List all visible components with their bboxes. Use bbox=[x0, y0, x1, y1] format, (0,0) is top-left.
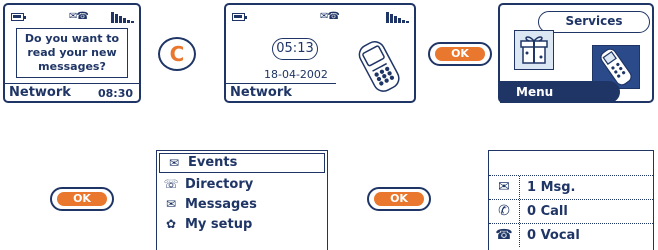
phone-screen-idle: ✉☎ 05:13 18-04-2002 Network bbox=[224, 3, 416, 103]
column-separator bbox=[519, 200, 520, 223]
network-label: Network bbox=[9, 85, 71, 100]
services-tab-label: Services bbox=[565, 14, 623, 28]
clear-key-label: C bbox=[169, 42, 185, 66]
date-label: 18-04-2002 bbox=[264, 68, 328, 81]
envelope-phone-icon: ✉☎ bbox=[320, 11, 340, 22]
time-label: 08:30 bbox=[97, 87, 133, 100]
battery-icon bbox=[11, 13, 26, 21]
handset-icon: ✆ bbox=[498, 203, 510, 219]
status-bar: ✉☎ bbox=[11, 11, 134, 25]
events-list-header bbox=[489, 151, 653, 176]
menu-item-label: Messages bbox=[185, 197, 257, 212]
events-list: ✉ 1 Msg. ✆ 0 Call ☎ 0 Vocal bbox=[488, 150, 654, 250]
voicemail-icon: ☎ bbox=[495, 227, 513, 243]
menu-tab[interactable]: Menu bbox=[500, 81, 620, 103]
ok-button-label: OK bbox=[57, 192, 107, 206]
column-separator bbox=[519, 176, 520, 199]
event-item-vocal[interactable]: ☎ 0 Vocal bbox=[489, 224, 653, 247]
envelope-phone-icon: ✉☎ bbox=[69, 11, 89, 22]
event-item-label: 0 Call bbox=[527, 204, 568, 219]
signal-strength-icon bbox=[386, 12, 409, 23]
mobile-phone-icon bbox=[358, 41, 400, 92]
divider bbox=[5, 83, 139, 84]
event-item-calls[interactable]: ✆ 0 Call bbox=[489, 200, 653, 224]
prompt-line-1: Do you want to bbox=[24, 32, 120, 45]
clear-key-button[interactable]: C bbox=[158, 37, 196, 71]
clock-oval: 05:13 bbox=[272, 38, 318, 60]
envelope-phone-icon: ✉ bbox=[168, 156, 180, 170]
ok-button[interactable]: OK bbox=[50, 187, 114, 211]
ok-button-label: OK bbox=[435, 47, 485, 61]
directory-icon: ☏ bbox=[163, 177, 179, 191]
menu-item-my-setup[interactable]: ✿ My setup bbox=[157, 215, 327, 235]
menu-item-label: My setup bbox=[185, 217, 253, 232]
prompt-line-2: read your new bbox=[27, 46, 117, 59]
battery-icon bbox=[232, 13, 247, 21]
menu-item-directory[interactable]: ☏ Directory bbox=[157, 175, 327, 195]
ok-button-label: OK bbox=[374, 192, 424, 206]
phone-screen-main-menu: Services Menu bbox=[498, 3, 654, 103]
gift-icon bbox=[514, 30, 554, 70]
ok-button[interactable]: OK bbox=[428, 42, 492, 66]
column-separator bbox=[519, 224, 520, 247]
event-item-messages[interactable]: ✉ 1 Msg. bbox=[489, 176, 653, 200]
network-label: Network bbox=[230, 85, 292, 100]
status-bar: ✉☎ bbox=[232, 11, 409, 25]
menu-item-messages[interactable]: ✉ Messages bbox=[157, 195, 327, 215]
signal-strength-icon bbox=[111, 12, 134, 23]
menu-item-label: Directory bbox=[185, 177, 254, 192]
ok-button[interactable]: OK bbox=[367, 187, 431, 211]
message-icon: ✉ bbox=[498, 179, 510, 195]
menu-item-label: Events bbox=[188, 155, 238, 170]
menu-item-events[interactable]: ✉ Events bbox=[159, 153, 325, 173]
prompt-line-3: messages? bbox=[38, 60, 106, 73]
event-item-label: 1 Msg. bbox=[527, 180, 576, 195]
setup-icon: ✿ bbox=[165, 217, 177, 231]
messages-icon: ✉ bbox=[165, 197, 177, 211]
phone-screen-new-message: ✉☎ Do you want to read your new messages… bbox=[3, 3, 141, 103]
clock-time: 05:13 bbox=[276, 41, 314, 56]
divider bbox=[226, 83, 336, 84]
event-item-label: 0 Vocal bbox=[527, 228, 580, 243]
menu-tab-label: Menu bbox=[516, 85, 554, 99]
message-prompt-box: Do you want to read your new messages? bbox=[16, 28, 128, 78]
main-menu-list: ✉ Events ☏ Directory ✉ Messages ✿ My set… bbox=[156, 150, 328, 250]
services-tab[interactable]: Services bbox=[538, 11, 650, 33]
